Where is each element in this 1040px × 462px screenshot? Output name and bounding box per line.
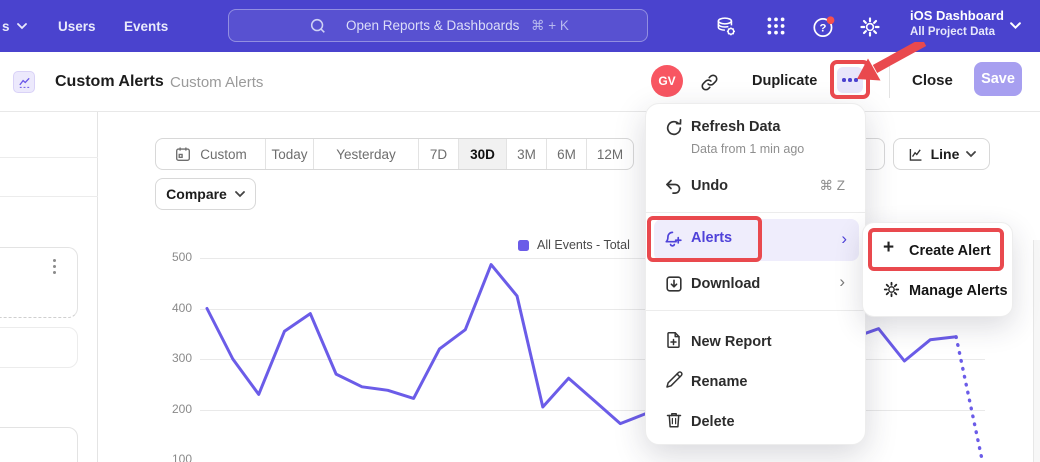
chevron-down-icon [966,151,976,158]
nav-item-events[interactable]: Events [124,0,168,52]
menu-item-label: Download [691,274,760,294]
range-6m[interactable]: 6M [547,139,587,169]
range-yesterday[interactable]: Yesterday [314,139,419,169]
chevron-right-icon: › [839,270,845,294]
gear-icon [882,280,901,299]
compare-button[interactable]: Compare [155,178,256,210]
range-today[interactable]: Today [266,139,314,169]
menu-item-alerts[interactable]: Alerts › [654,219,859,261]
alert-bell-icon [663,229,684,250]
project-selector[interactable]: iOS Dashboard All Project Data [910,6,1004,40]
page-title: Custom Alerts [55,73,164,91]
delete-trash-icon [664,410,684,430]
nav-item-users[interactable]: Users [58,0,96,52]
menu-item-sublabel: Data from 1 min ago [691,142,804,156]
divider [646,212,867,213]
new-report-icon [664,330,684,350]
svg-text:?: ? [819,23,826,35]
search-icon [309,17,327,35]
menu-item-shortcut: ⌘ Z [820,178,846,194]
submenu-item-label: Create Alert [909,243,991,259]
menu-item-label: Alerts [691,230,732,246]
rail-card[interactable] [0,327,78,368]
download-icon [664,274,684,294]
gridline [200,359,985,360]
nav-item-partial[interactable]: s [2,0,27,52]
top-nav: s Users Events Open Reports & Dashboards… [0,0,1040,52]
range-3m[interactable]: 3M [507,139,547,169]
y-tick-label: 300 [150,351,192,365]
range-12m[interactable]: 12M [587,139,633,169]
divider [646,310,867,311]
refresh-icon [664,118,684,138]
y-tick-label: 100 [150,452,192,462]
range-label: Custom [200,147,247,162]
project-scope: All Project Data [910,25,1004,40]
y-tick-label: 200 [150,402,192,416]
chart-legend: All Events - Total [518,238,630,252]
range-custom[interactable]: Custom [156,139,266,169]
menu-item-label: Refresh Data [691,117,780,137]
project-name: iOS Dashboard [910,6,1004,25]
range-7d[interactable]: 7D [419,139,459,169]
alerts-submenu: + Create Alert Manage Alerts [862,222,1013,317]
search-shortcut: ⌘ + K [531,18,569,34]
global-search-input[interactable]: Open Reports & Dashboards ⌘ + K [228,9,648,42]
y-tick-label: 500 [150,250,192,264]
chevron-right-icon: › [841,227,847,251]
legend-swatch [518,240,529,251]
left-rail [0,112,98,462]
y-tick-label: 400 [150,301,192,315]
menu-item-label: Delete [691,412,735,432]
data-icon[interactable] [714,15,738,39]
app-window: 500 400 300 200 100 All Events - Total C… [0,0,1040,462]
report-header: Custom Alerts Custom Alerts GV Duplicate… [0,52,1040,112]
rename-pencil-icon [664,370,684,390]
undo-icon [664,176,684,196]
chevron-down-icon [17,23,27,30]
date-range-selector: Custom Today Yesterday 7D 30D 3M 6M 12M [155,138,634,170]
rail-card[interactable] [0,427,78,462]
breadcrumb: Custom Alerts [170,74,263,91]
apps-grid-icon[interactable] [765,15,787,37]
chart-type-button[interactable]: Line [893,138,990,170]
divider [0,157,98,158]
chart-card-edge [1033,240,1040,462]
more-options-menu: Refresh Data Data from 1 min ago Undo ⌘ … [645,103,866,445]
link-icon[interactable] [700,73,719,92]
save-button[interactable]: Save [974,62,1022,96]
chevron-down-icon [235,191,245,198]
calendar-icon [174,145,192,163]
chevron-down-icon[interactable] [1010,22,1021,30]
line-chart-icon [907,146,924,163]
compare-label: Compare [166,186,227,202]
submenu-item-label: Manage Alerts [909,283,1008,299]
rail-card[interactable] [0,247,78,318]
help-icon[interactable]: ? [811,15,836,40]
menu-item-label: Undo [691,176,728,196]
divider [889,66,890,98]
report-icon [13,71,35,93]
menu-item-label: Rename [691,372,747,392]
kebab-menu-icon[interactable] [53,259,56,274]
chart-type-label: Line [931,146,960,162]
avatar[interactable]: GV [651,65,683,97]
gridline [200,410,985,411]
gear-icon[interactable] [858,15,882,39]
duplicate-button[interactable]: Duplicate [752,73,817,89]
close-button[interactable]: Close [912,72,953,89]
range-30d-selected[interactable]: 30D [459,139,507,169]
divider [0,196,98,197]
search-placeholder: Open Reports & Dashboards [346,18,519,33]
legend-label: All Events - Total [537,238,630,252]
plus-icon: + [883,237,894,259]
more-options-button[interactable] [837,67,863,93]
menu-item-label: New Report [691,332,772,352]
